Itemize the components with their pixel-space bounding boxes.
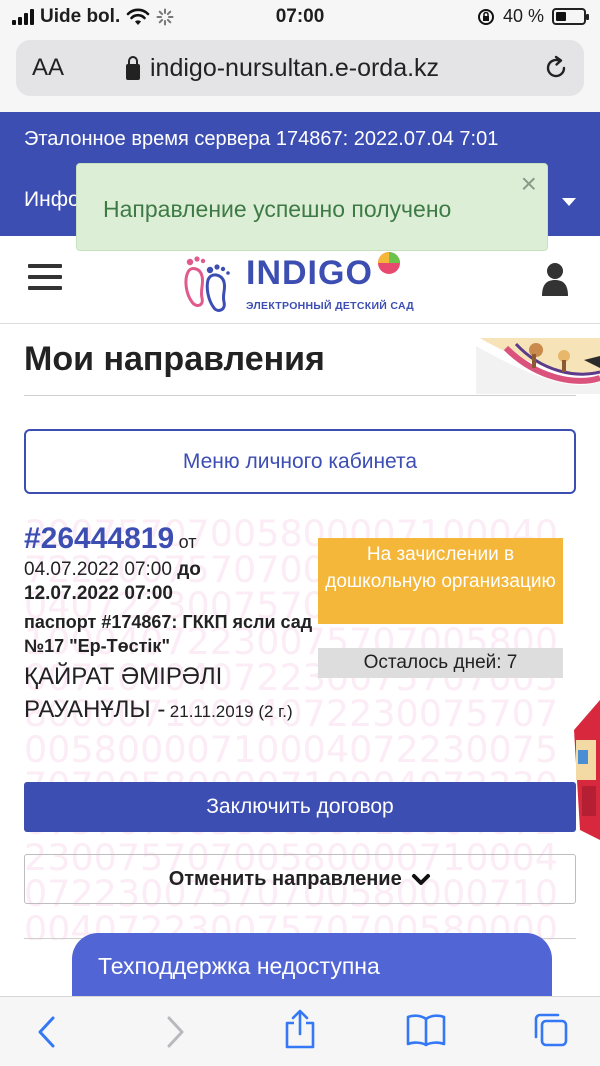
to-word: до — [177, 559, 201, 580]
date-to: 12.07.2022 07:00 — [24, 583, 173, 604]
sign-contract-button[interactable]: Заключить договор — [24, 782, 576, 832]
date-from: 04.07.2022 07:00 — [24, 559, 172, 580]
share-icon[interactable] — [283, 1009, 317, 1049]
request-details: #26444819 от 04.07.2022 07:00 до 12.07.2… — [24, 522, 316, 728]
toast-message: Направление успешно получено — [103, 196, 452, 222]
battery-icon — [552, 8, 589, 25]
orientation-lock-icon — [477, 8, 494, 25]
text-size-button[interactable]: AA — [32, 54, 64, 82]
battery-percent: 40 % — [502, 6, 544, 26]
divider — [24, 395, 576, 396]
server-time: Эталонное время сервера 174867: 2022.07.… — [24, 128, 499, 150]
side-illustration — [574, 700, 600, 840]
url-display[interactable]: indigo-nursultan.e-orda.kz — [126, 54, 439, 83]
from-word: от — [178, 532, 197, 552]
bookmarks-icon[interactable] — [405, 1013, 447, 1047]
cancel-request-button[interactable]: Отменить направление — [24, 854, 576, 904]
info-menu[interactable]: Инфо — [24, 188, 80, 212]
lock-icon — [126, 55, 140, 80]
logo-subtitle: ЭЛЕКТРОННЫЙ ДЕТСКИЙ САД — [246, 300, 415, 312]
user-profile-icon[interactable] — [542, 262, 568, 296]
success-toast: Направление успешно получено × — [76, 163, 548, 251]
child-info: ҚАЙРАТ ӘМІРӘЛІ РАУАНҰЛЫ - 21.11.2019 (2 … — [24, 662, 316, 728]
browser-chrome: AA indigo-nursultan.e-orda.kz — [0, 36, 600, 112]
close-icon[interactable]: × — [521, 168, 537, 200]
status-right: 40 % — [477, 6, 589, 27]
forward-icon[interactable] — [164, 1015, 186, 1049]
reload-icon[interactable] — [542, 54, 570, 82]
indigo-logo[interactable]: INDIGO ЭЛЕКТРОННЫЙ ДЕТСКИЙ САД — [180, 248, 420, 318]
back-icon[interactable] — [36, 1015, 58, 1049]
status-badge: На зачислении в дошкольную организацию — [318, 538, 563, 624]
feet-logo-icon — [184, 256, 230, 312]
address-bar[interactable]: AA indigo-nursultan.e-orda.kz — [16, 40, 584, 96]
request-dates: 04.07.2022 07:00 до 12.07.2022 07:00 — [24, 558, 316, 606]
caret-down-icon[interactable] — [562, 198, 576, 206]
url-text: indigo-nursultan.e-orda.kz — [150, 54, 440, 82]
child-birthdate: 21.11.2019 (2 г.) — [169, 702, 293, 721]
kindergarten-name: паспорт #174867: ГККП ясли сад №17 "Ер-Т… — [24, 612, 313, 656]
support-tab[interactable]: Техподдержка недоступна — [72, 933, 552, 1003]
page-title: Мои направления — [24, 340, 325, 378]
carousel-illustration — [476, 338, 600, 394]
cabinet-menu-button[interactable]: Меню личного кабинета — [24, 429, 576, 494]
support-label: Техподдержка недоступна — [98, 953, 380, 979]
request-card: 3007570700580000710004072230075707005800… — [24, 516, 576, 940]
tabs-icon[interactable] — [532, 1011, 570, 1049]
logo-title: INDIGO — [246, 254, 373, 292]
chevron-down-icon — [412, 873, 431, 885]
days-left-badge: Осталось дней: 7 — [318, 648, 563, 678]
browser-toolbar — [0, 996, 600, 1066]
status-bar: Uide bol. 07:00 40 % — [0, 0, 600, 36]
logo-ball-icon — [378, 252, 400, 274]
battery-level — [556, 12, 566, 21]
hamburger-menu-icon[interactable] — [28, 264, 62, 292]
request-number[interactable]: #26444819 — [24, 522, 174, 555]
cancel-request-label: Отменить направление — [168, 868, 402, 890]
